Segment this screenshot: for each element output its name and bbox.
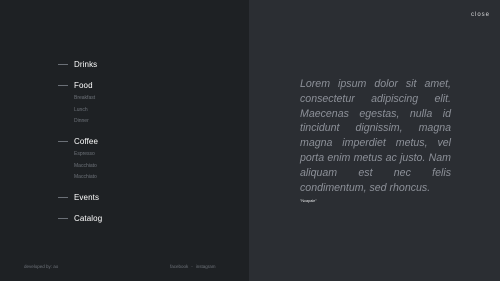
menu-line-icon [58,64,68,65]
submenu-item-dinner[interactable]: Dinner [74,116,95,128]
menu-item-drinks[interactable]: Drinks [58,58,97,71]
submenu-item-breakfast[interactable]: Breakfast [74,93,95,105]
menu-item-food[interactable]: Food [58,79,95,92]
coffee-submenu: Espresso Macchiato Macchiato [74,149,98,184]
menu-item-label: Drinks [74,60,98,69]
submenu-item-macchiato-2[interactable]: Macchiato [74,172,98,184]
submenu-item-espresso[interactable]: Espresso [74,149,98,161]
menu-item-events[interactable]: Events [58,191,99,204]
menu-item-label: Coffee [74,137,99,146]
menu-group-drinks: Drinks [58,58,97,71]
menu-group-catalog: Catalog [58,212,102,225]
menu-group-coffee: Coffee Espresso Macchiato Macchiato [58,135,98,184]
close-button[interactable]: close [471,12,490,18]
menu-line-icon [58,197,68,198]
submenu-item-lunch[interactable]: Lunch [74,105,95,117]
menu-group-food: Food Breakfast Lunch Dinner [58,79,95,128]
menu-item-label: Food [74,81,93,90]
developer-credit: developed by: ao [24,264,59,269]
menu-panel: Drinks Food Breakfast Lunch Dinner Coffe… [0,0,249,281]
social-links: facebook - instagram [170,264,216,269]
facebook-link[interactable]: facebook [170,264,188,269]
menu-line-icon [58,141,68,142]
menu-item-label: Catalog [74,214,103,223]
food-submenu: Breakfast Lunch Dinner [74,93,95,128]
menu-item-coffee[interactable]: Coffee [58,135,98,148]
quote-attribution: "Ncapale" [300,199,317,203]
quote-text: Lorem ipsum dolor sit amet, consectetur … [300,78,451,194]
menu-line-icon [58,85,68,86]
menu-item-label: Events [74,193,100,202]
instagram-link[interactable]: instagram [196,264,216,269]
menu-item-catalog[interactable]: Catalog [58,212,102,225]
submenu-item-macchiato[interactable]: Macchiato [74,161,98,173]
menu-group-events: Events [58,191,99,204]
social-separator: - [191,264,193,269]
menu-line-icon [58,218,68,219]
